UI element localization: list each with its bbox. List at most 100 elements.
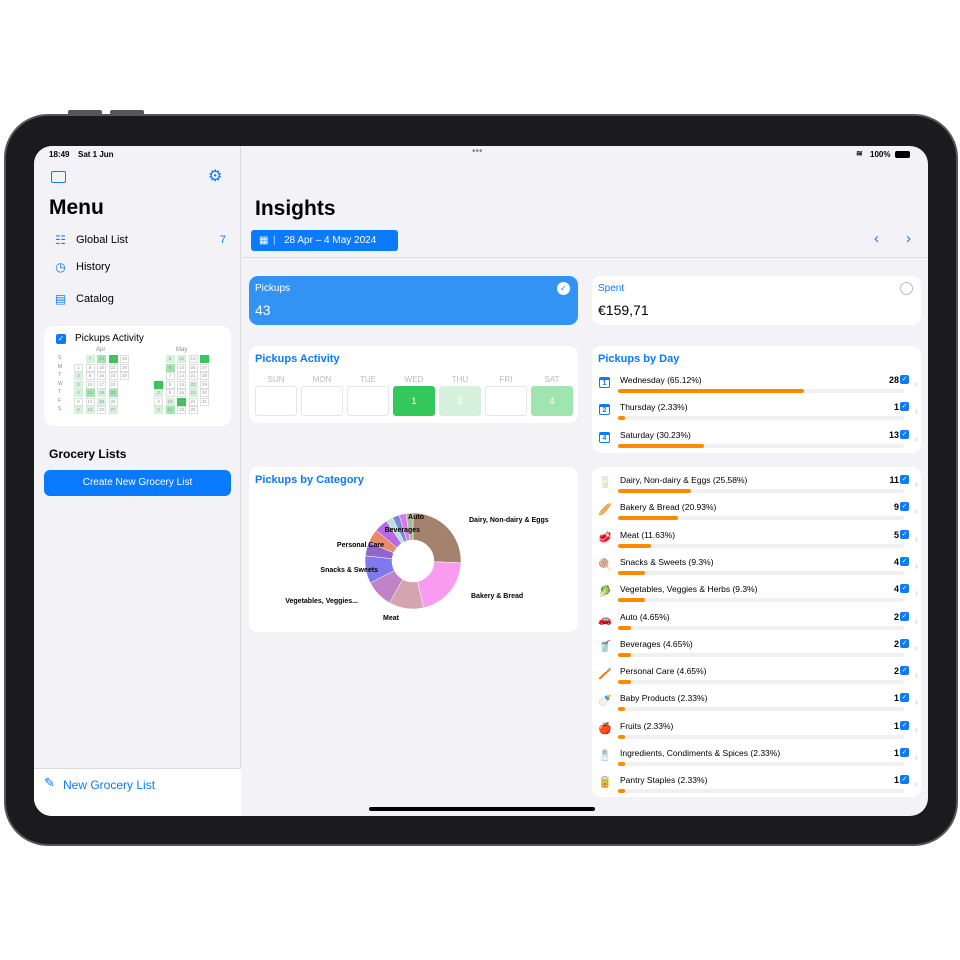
spent-metric-card[interactable]: Spent €159,71 <box>592 276 921 325</box>
chevron-right-icon[interactable]: › <box>915 752 918 763</box>
day-activity-cell[interactable] <box>301 386 343 416</box>
list-row[interactable]: 🥫 Pantry Staples (2.33%) 1 ✓ › <box>592 773 921 800</box>
day-activity-cell[interactable]: 4 <box>531 386 573 416</box>
date-range-button[interactable]: ▦ | 28 Apr – 4 May 2024 <box>251 230 398 251</box>
list-row[interactable]: 🚗 Auto (4.65%) 2 ✓ › <box>592 610 921 637</box>
calendar-day[interactable]: 6 <box>165 363 175 372</box>
calendar-day[interactable]: 20 <box>97 406 106 414</box>
calendar-day[interactable]: 13 <box>177 363 186 372</box>
day-activity-cell[interactable]: 2 <box>439 386 481 416</box>
chevron-right-icon[interactable]: › <box>915 534 918 545</box>
chevron-right-icon[interactable]: › <box>915 379 918 390</box>
chevron-right-icon[interactable]: › <box>915 697 918 708</box>
calendar-day[interactable]: 21 <box>108 355 118 363</box>
checkbox-checked-icon[interactable]: ✓ <box>900 556 909 566</box>
list-row[interactable]: 1 Wednesday (65.12%) 28 ✓ › <box>592 373 921 400</box>
list-row[interactable]: 4 Saturday (30.23%) 13 ✓ › <box>592 428 921 455</box>
calendar-day[interactable]: 14 <box>97 355 106 363</box>
checkbox-checked-icon[interactable]: ✓ <box>900 529 909 539</box>
calendar-day[interactable]: 5 <box>74 397 83 406</box>
multitask-dots-icon[interactable]: ••• <box>472 146 483 157</box>
calendar-day[interactable]: 2 <box>154 389 163 397</box>
calendar-day[interactable]: 8 <box>85 363 95 372</box>
calendar-day[interactable]: 1 <box>74 363 83 372</box>
list-row[interactable]: 🍼 Baby Products (2.33%) 1 ✓ › <box>592 691 921 718</box>
list-row[interactable]: 🪥 Personal Care (4.65%) 2 ✓ › <box>592 664 921 691</box>
calendar-day[interactable]: 31 <box>200 397 209 406</box>
day-activity-cell[interactable] <box>255 386 297 416</box>
checkbox-checked-icon[interactable]: ✓ <box>900 611 909 621</box>
calendar-day[interactable]: 10 <box>165 397 175 406</box>
chevron-right-icon[interactable]: › <box>915 506 918 517</box>
calendar-day[interactable]: 22 <box>108 363 118 372</box>
checkbox-checked-icon[interactable]: ✓ <box>900 748 909 757</box>
calendar-day[interactable]: 25 <box>188 406 198 414</box>
calendar-day[interactable]: 18 <box>177 406 186 414</box>
checkbox-checked-icon[interactable]: ✓ <box>900 429 909 439</box>
calendar-day[interactable]: 27 <box>200 363 209 372</box>
checkbox-checked-icon[interactable]: ✓ <box>900 775 909 785</box>
calendar-day[interactable]: 21 <box>188 372 198 380</box>
calendar-day[interactable]: 4 <box>74 389 83 397</box>
checkbox-checked-icon[interactable]: ✓ <box>900 402 909 412</box>
checkbox-checked-icon[interactable]: ✓ <box>56 334 66 344</box>
day-activity-cell[interactable] <box>347 386 389 416</box>
calendar-day[interactable]: 15 <box>177 380 186 389</box>
calendar-day[interactable]: 1 <box>154 380 163 389</box>
calendar-day[interactable]: 13 <box>85 406 95 414</box>
calendar-day[interactable]: 6 <box>74 406 83 414</box>
calendar-day[interactable]: 8 <box>165 380 175 389</box>
checkbox-checked-icon[interactable]: ✓ <box>900 693 909 703</box>
calendar-day[interactable]: 29 <box>120 363 129 372</box>
list-row[interactable]: 🥩 Meat (11.63%) 5 ✓ › <box>592 528 921 555</box>
calendar-day[interactable]: 24 <box>188 397 198 406</box>
calendar-day[interactable]: 14 <box>177 372 186 380</box>
chevron-right-icon[interactable]: › <box>915 588 918 599</box>
chevron-right-icon[interactable]: › <box>915 725 918 736</box>
calendar-day[interactable]: 7 <box>165 372 175 380</box>
list-row[interactable]: 🥤 Beverages (4.65%) 2 ✓ › <box>592 637 921 664</box>
calendar-day[interactable]: 9 <box>85 372 95 380</box>
calendar-day[interactable]: 3 <box>74 380 83 389</box>
calendar-day[interactable]: 25 <box>108 389 118 397</box>
calendar-day[interactable]: 26 <box>200 355 209 363</box>
checkbox-checked-icon[interactable]: ✓ <box>900 720 909 730</box>
calendar-day[interactable]: 15 <box>97 363 106 372</box>
calendar-day[interactable]: 24 <box>108 380 118 389</box>
calendar-day[interactable]: 12 <box>85 397 95 406</box>
pickups-metric-card[interactable]: Pickups 43 ✓ <box>249 276 578 325</box>
calendar-day[interactable]: 29 <box>200 380 209 389</box>
calendar-day[interactable]: 23 <box>108 372 118 380</box>
calendar-day[interactable]: 12 <box>177 355 186 363</box>
chevron-right-icon[interactable]: › <box>915 779 918 790</box>
list-row[interactable]: 🥖 Bakery & Bread (20.93%) 9 ✓ › <box>592 500 921 527</box>
calendar-day[interactable]: 11 <box>85 389 95 397</box>
sidebar-item-global-list[interactable]: ☷ Global List 7 <box>54 233 226 247</box>
calendar-day[interactable]: 26 <box>108 397 118 406</box>
checkbox-checked-icon[interactable]: ✓ <box>900 502 909 512</box>
calendar-day[interactable]: 30 <box>120 372 129 380</box>
settings-gear-icon[interactable]: ⚙ <box>208 166 222 186</box>
calendar-day[interactable]: 11 <box>165 406 175 414</box>
calendar-day[interactable]: 2 <box>74 372 83 380</box>
calendar-day[interactable]: 16 <box>97 372 106 380</box>
calendar-day[interactable]: 19 <box>188 355 198 363</box>
calendar-day[interactable]: 4 <box>154 406 163 414</box>
calendar-day[interactable]: 20 <box>188 363 198 372</box>
checkbox-checked-icon[interactable]: ✓ <box>900 638 909 648</box>
list-row[interactable]: 🥛 Dairy, Non-dairy & Eggs (25.58%) 11 ✓ › <box>592 473 921 500</box>
calendar-day[interactable]: 18 <box>97 389 106 397</box>
list-row[interactable]: 🧂 Ingredients, Condiments & Spices (2.33%… <box>592 746 921 773</box>
calendar-day[interactable]: 5 <box>165 355 175 363</box>
pickups-activity-widget[interactable]: ✓ Pickups Activity S M T W T F S Apr 1 2 3 4 5 6 7 8 9 10… <box>44 326 231 426</box>
sidebar-toggle-icon[interactable] <box>51 171 66 183</box>
calendar-day[interactable]: 17 <box>97 380 106 389</box>
chevron-right-icon[interactable]: › <box>915 643 918 654</box>
chevron-right-icon[interactable]: › <box>915 434 918 445</box>
calendar-day[interactable]: 16 <box>177 389 186 397</box>
checkbox-checked-icon[interactable]: ✓ <box>900 375 909 384</box>
calendar-day[interactable]: 23 <box>188 389 198 397</box>
previous-week-chevron-icon[interactable]: ‹ <box>874 230 879 247</box>
calendar-day[interactable]: 30 <box>200 389 209 397</box>
calendar-day[interactable]: 22 <box>188 380 198 389</box>
